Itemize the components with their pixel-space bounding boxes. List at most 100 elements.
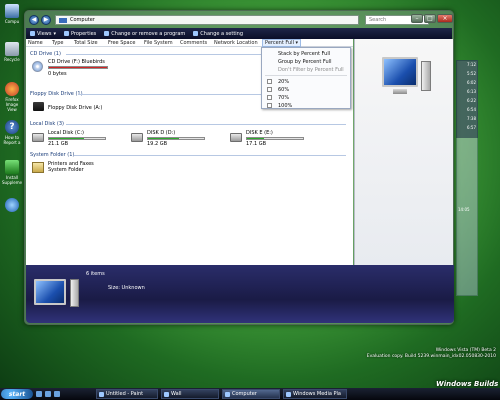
drive-name: DISK D (D:) <box>147 130 176 136</box>
filter-checkbox[interactable] <box>267 79 272 84</box>
filter-checkbox[interactable] <box>267 87 272 92</box>
maximize-icon: □ <box>427 15 433 22</box>
desktop-icon-label: How to Report a <box>3 135 21 145</box>
time-value: 7:38 <box>467 116 476 121</box>
group-header-system-folder[interactable]: System Folder (1) <box>30 152 74 158</box>
folder-icon <box>164 391 169 397</box>
media-player-icon <box>286 391 291 397</box>
task-media-player[interactable]: Windows Media Pla <box>283 389 347 399</box>
watermark-build: Evaluation copy. Build 5239.winmain_idx0… <box>366 354 496 359</box>
back-button[interactable]: ◀ <box>29 15 39 25</box>
column-percent-full[interactable]: Percent Full ▾ <box>262 39 302 47</box>
minimize-button[interactable]: – <box>411 14 423 23</box>
column-network-location[interactable]: Network Location <box>214 40 258 46</box>
list-item-disk-d[interactable]: DISK D (D:) 19.2 GB <box>131 130 231 152</box>
change-setting-button[interactable]: Change a setting <box>193 31 243 37</box>
close-icon: × <box>442 15 448 22</box>
forward-button[interactable]: ▶ <box>41 15 51 25</box>
computer-monitor-icon <box>382 57 418 87</box>
drive-name: DISK E (E:) <box>246 130 273 136</box>
task-wall[interactable]: Wall <box>161 389 219 399</box>
list-item-local-disk-c[interactable]: Local Disk (C:) 21.1 GB <box>32 130 132 152</box>
maximize-button[interactable]: □ <box>424 14 436 23</box>
printer-icon <box>32 162 44 173</box>
desktop-icon-label: Compu <box>4 19 20 24</box>
time-value: 5:52 <box>467 71 476 76</box>
time-value: 7:12 <box>467 62 476 67</box>
task-computer[interactable]: Computer <box>222 389 280 399</box>
list-item-floppy[interactable]: Floppy Disk Drive (A:) <box>32 101 122 115</box>
drive-detail: 21.1 GB <box>48 141 69 147</box>
hard-drive-icon <box>32 133 44 142</box>
task-label: Wall <box>171 391 182 397</box>
properties-button[interactable]: Properties <box>64 31 96 37</box>
group-header-local-disk[interactable]: Local Disk (3) <box>30 121 64 127</box>
properties-icon <box>64 31 69 36</box>
size-label: Size: <box>108 285 120 291</box>
cd-drive-name: CD Drive (F:) Bluebirds <box>48 59 105 65</box>
computer-icon <box>225 391 230 397</box>
list-item-cd-drive[interactable]: CD Drive (F:) Bluebirds 0 bytes <box>32 59 122 81</box>
column-file-system[interactable]: File System <box>144 40 173 46</box>
filter-checkbox[interactable] <box>267 103 272 108</box>
computer-tower-icon <box>70 279 79 307</box>
address-bar[interactable]: Computer <box>55 15 359 25</box>
monitor-stand <box>393 89 407 94</box>
group-header-floppy[interactable]: Floppy Disk Drive (1) <box>30 91 83 97</box>
firefox-icon <box>5 82 19 96</box>
menu-item-option[interactable]: 100% <box>278 103 292 109</box>
start-label: start <box>8 390 26 398</box>
desktop-icon-recycle-bin[interactable]: Recycle <box>2 42 22 62</box>
menu-item-option[interactable]: 70% <box>278 95 289 101</box>
filter-checkbox[interactable] <box>267 95 272 100</box>
command-bar: Views ▾ Properties Change or remove a pr… <box>26 28 452 39</box>
column-name[interactable]: Name <box>28 40 43 46</box>
quicklaunch-icon[interactable] <box>36 391 42 397</box>
desktop-icon-computer[interactable]: Compu <box>2 4 22 24</box>
start-button[interactable]: start <box>1 389 33 399</box>
change-program-label: Change or remove a program <box>111 30 186 37</box>
details-pane: 6 items Size: Unknown <box>26 265 454 323</box>
close-button[interactable]: × <box>437 14 453 23</box>
menu-item-option[interactable]: 60% <box>278 87 289 93</box>
views-button[interactable]: Views ▾ <box>30 31 56 37</box>
desktop-icon-label: Firefox Image View <box>5 97 19 112</box>
help-icon: ? <box>5 120 19 134</box>
list-item-disk-e[interactable]: DISK E (E:) 17.1 GB <box>230 130 330 152</box>
item-count: 6 items <box>86 271 105 277</box>
column-free-space[interactable]: Free Space <box>108 40 135 46</box>
change-program-button[interactable]: Change or remove a program <box>104 31 185 37</box>
views-label: Views <box>37 30 52 37</box>
floppy-drive-icon <box>33 102 44 111</box>
brand-logo: Windows Builds <box>436 380 499 388</box>
task-label: Computer <box>232 391 257 397</box>
task-paint[interactable]: Untitled - Paint <box>96 389 158 399</box>
size-row: Size: Unknown <box>108 285 145 291</box>
title-bar[interactable]: ◀ ▶ Computer Search – □ × <box>29 14 453 27</box>
menu-item-dont-filter[interactable]: Don't Filter by Percent Full <box>278 67 344 73</box>
menu-item-option[interactable]: 20% <box>278 79 289 85</box>
chevron-down-icon: ▾ <box>295 40 299 46</box>
column-type[interactable]: Type <box>52 40 63 46</box>
column-total-size[interactable]: Total Size <box>74 40 98 46</box>
group-header-cd[interactable]: CD Drive (1) <box>30 51 61 57</box>
menu-item-stack[interactable]: Stack by Percent Full <box>278 51 330 57</box>
size-value: Unknown <box>121 285 145 291</box>
explorer-window[interactable]: ◀ ▶ Computer Search – □ × Views ▾ Proper… <box>24 10 454 325</box>
list-item-printers[interactable]: Printers and Faxes System Folder <box>32 161 122 177</box>
menu-item-group[interactable]: Group by Percent Full <box>278 59 332 65</box>
desktop-icon-report[interactable]: ? How to Report a <box>2 120 22 145</box>
desktop-icon-firefox[interactable]: Firefox Image View <box>2 82 22 112</box>
time-value: 6:13 <box>467 89 476 94</box>
quicklaunch-icon[interactable] <box>54 391 60 397</box>
computer-tower-icon <box>421 61 431 91</box>
desktop-icon-internet-explorer[interactable] <box>2 198 22 213</box>
internet-explorer-icon <box>5 198 19 212</box>
task-label: Untitled - Paint <box>106 391 144 397</box>
hard-drive-icon <box>131 133 143 142</box>
desktop-icon-install[interactable]: Install Suppleme <box>2 160 22 185</box>
drive-percent-bar <box>246 137 304 140</box>
column-comments[interactable]: Comments <box>180 40 207 46</box>
quicklaunch-icon[interactable] <box>45 391 51 397</box>
group-divider <box>66 124 346 125</box>
